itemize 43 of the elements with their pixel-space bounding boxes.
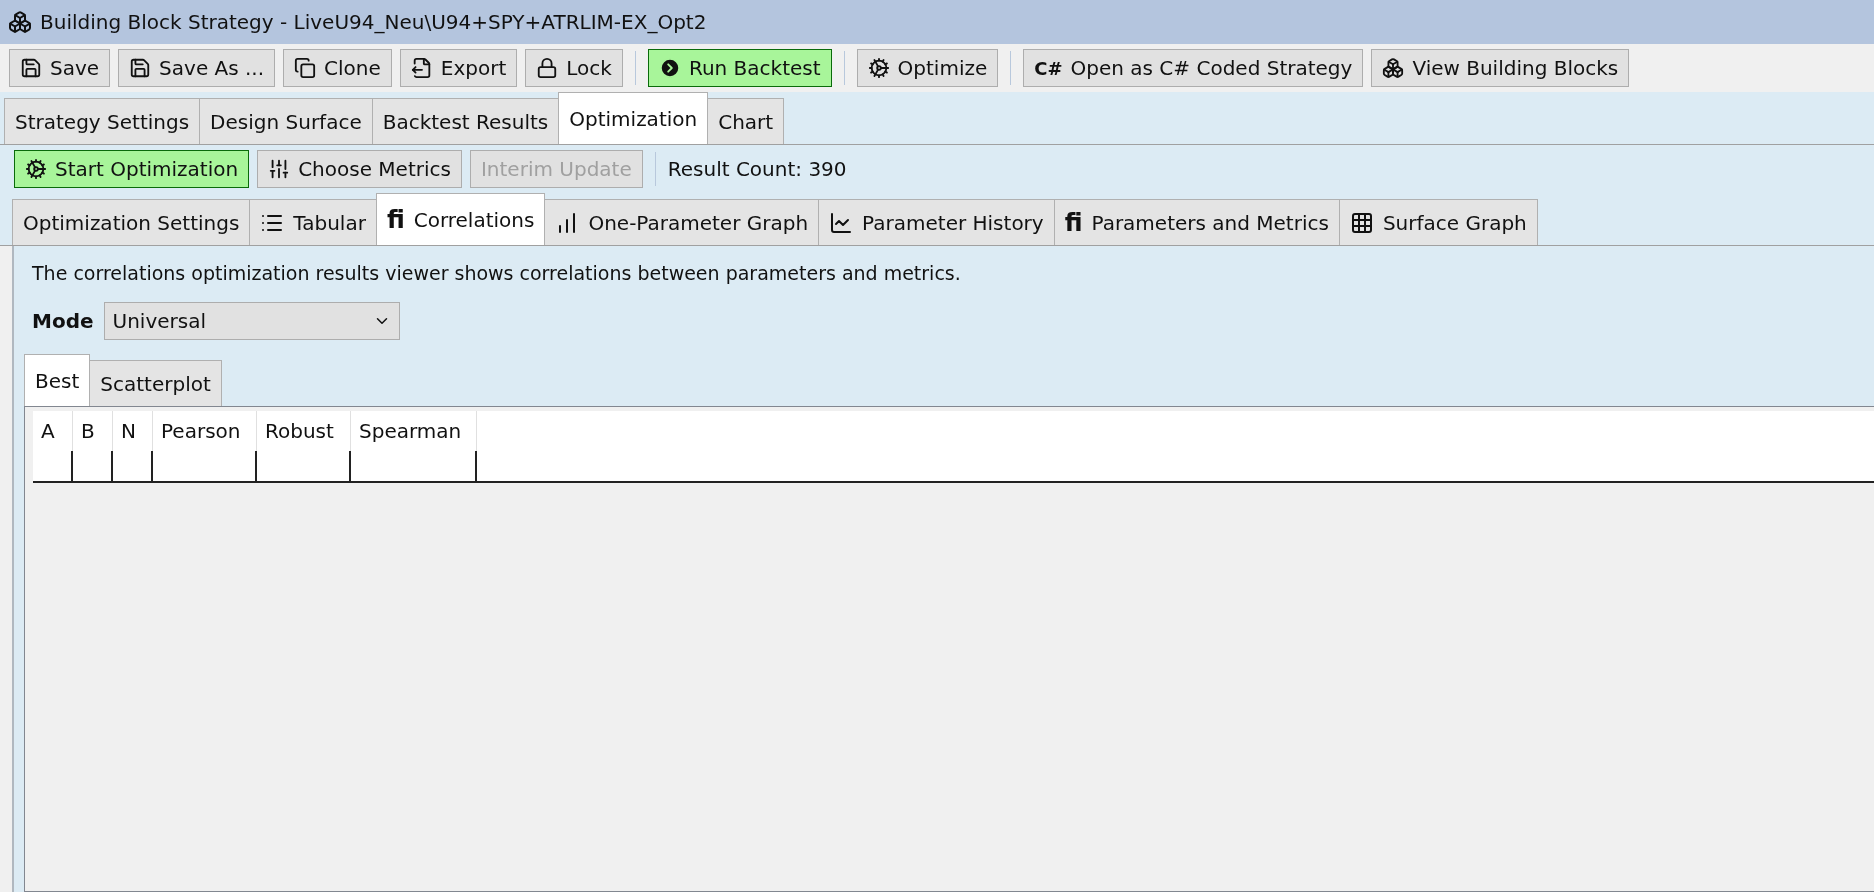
gear-icon (25, 158, 47, 180)
toolbar-button[interactable]: Save As ... (118, 49, 276, 87)
description: The correlations optimization results viewer shows correlations between parameters and metrics. (32, 262, 962, 284)
toolbar-button[interactable]: Start Optimization (14, 150, 250, 188)
toolbar-button[interactable]: Save (9, 49, 111, 87)
toolbar-button[interactable]: Choose Metrics (257, 150, 462, 188)
toolbar-button[interactable]: Clone (283, 49, 392, 87)
toolbar-button[interactable]: Run Backtest (647, 49, 832, 87)
tab[interactable]: Surface Graph (1338, 199, 1538, 245)
grid-icon (1349, 210, 1374, 235)
tab[interactable]: Scatterplot (89, 360, 222, 406)
tab[interactable]: Backtest Results (371, 98, 560, 144)
export-icon (410, 57, 433, 79)
tab[interactable]: Optimization Settings (12, 199, 251, 245)
save-icon (20, 57, 42, 79)
tab[interactable]: Best (24, 354, 91, 406)
tab[interactable]: Strategy Settings (4, 98, 201, 144)
tab[interactable]: fi Parameters and Metrics (1053, 199, 1340, 245)
result-count: Result Count: 390 (667, 157, 847, 181)
toolbar-button[interactable]: View Building Blocks (1371, 49, 1630, 87)
play-circle-icon (658, 57, 681, 79)
gear-icon (867, 57, 890, 79)
cubes-icon (8, 10, 32, 34)
sliders-icon (268, 158, 291, 180)
toolbar-button[interactable]: Lock (525, 49, 623, 87)
copy-icon (294, 57, 317, 79)
toolbar-button[interactable]: Optimize (856, 49, 999, 87)
lock-icon (536, 57, 559, 79)
mode-dropdown[interactable]: Universal (103, 302, 400, 340)
toolbar-button[interactable]: C# Open as C# Coded Strategy (1023, 49, 1364, 87)
tab[interactable]: Chart (707, 98, 785, 144)
line-chart-icon (829, 210, 854, 235)
tab[interactable]: Optimization (558, 92, 709, 144)
window-title: Building Block Strategy - LiveU94_Neu\U94+SPY+ATRLIM-EX_Opt2 (40, 10, 707, 34)
tab[interactable]: Design Surface (199, 98, 373, 144)
toolbar-button[interactable]: Export (399, 49, 518, 87)
save-icon (129, 57, 152, 79)
tab[interactable]: One-Parameter Graph (544, 199, 820, 245)
tab[interactable]: fi Correlations (375, 193, 546, 245)
tab[interactable]: Parameter History (818, 199, 1055, 245)
tab[interactable]: Tabular (249, 199, 377, 245)
mode-label: Mode (32, 309, 94, 333)
cubes-icon (1382, 57, 1405, 79)
